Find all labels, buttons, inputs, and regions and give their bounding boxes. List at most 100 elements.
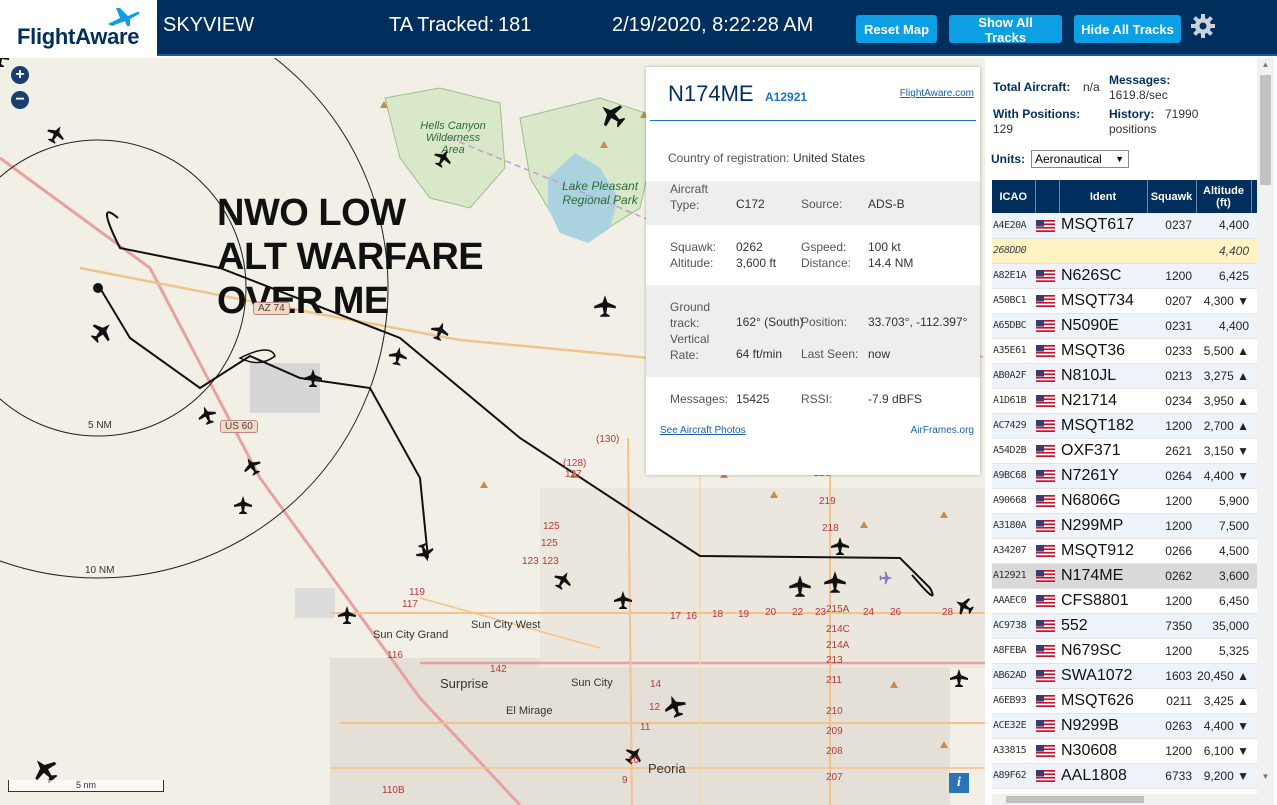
total-aircraft-label: Total Aircraft: bbox=[993, 80, 1071, 94]
cell-icao: A82E1A bbox=[992, 263, 1035, 289]
route-label: 213 bbox=[826, 655, 843, 666]
scroll-down-icon[interactable]: ▼ bbox=[1257, 770, 1274, 784]
column-header-icao[interactable]: ICAO bbox=[992, 180, 1036, 213]
table-row[interactable]: AAAEC0 CFS8801 1200 6,450 bbox=[992, 588, 1257, 614]
show-all-tracks-button[interactable]: Show All Tracks bbox=[949, 15, 1062, 45]
route-label: 116 bbox=[387, 650, 403, 661]
table-row[interactable]: AB0A2F N810JL 0213 3,275 ▲ bbox=[992, 363, 1257, 389]
aircraft-type-label: Aircraft Type: bbox=[670, 182, 709, 212]
cell-icao: A65DBC bbox=[992, 313, 1035, 339]
us-flag-icon bbox=[1036, 470, 1055, 483]
cell-ident: OXF371 bbox=[1059, 438, 1147, 464]
aircraft-detail-panel: N174ME A12921 FlightAware.com Country of… bbox=[646, 67, 980, 475]
logo-text: FlightAware bbox=[17, 24, 140, 49]
vertical-scrollbar[interactable]: ▲ ▼ bbox=[1257, 58, 1274, 805]
aircraft-table-container[interactable]: ICAO Ident Squawk Altitude (ft) A4E20A MS… bbox=[992, 180, 1257, 794]
cell-icao: A90668 bbox=[992, 488, 1035, 514]
aircraft-list-panel: Total Aircraft: n/a Messages: 1619.8/sec… bbox=[985, 58, 1277, 805]
us-flag-icon bbox=[1036, 770, 1055, 783]
column-header-squawk[interactable]: Squawk bbox=[1147, 180, 1197, 213]
table-row[interactable]: A33815 N30608 1200 6,100 ▼ bbox=[992, 738, 1257, 764]
hide-all-tracks-button[interactable]: Hide All Tracks bbox=[1074, 15, 1181, 43]
table-row[interactable]: A65DBC N5090E 0231 4,400 bbox=[992, 313, 1257, 339]
cell-flag bbox=[1035, 413, 1059, 439]
route-label: (128) bbox=[563, 458, 587, 469]
position-value: 33.703°, -112.397° bbox=[868, 315, 968, 329]
column-header-flag[interactable] bbox=[1035, 180, 1060, 213]
us-flag-icon bbox=[1036, 295, 1055, 308]
type-row: Aircraft Type: C172 Source: ADS-B bbox=[646, 181, 980, 225]
us-flag-icon bbox=[1036, 670, 1055, 683]
table-row[interactable]: A6EB93 MSQT626 0211 3,425 ▲ bbox=[992, 688, 1257, 714]
overlay-line-2: ALT WARFARE bbox=[217, 236, 484, 278]
history-label: History: bbox=[1109, 107, 1155, 121]
airframes-link[interactable]: AirFrames.org bbox=[911, 425, 974, 436]
zoom-in-button[interactable]: + bbox=[11, 66, 29, 84]
cell-flag bbox=[1035, 588, 1059, 614]
route-label: 207 bbox=[826, 772, 843, 783]
ta-tracked-label: TA Tracked: bbox=[389, 14, 495, 36]
cell-squawk: 1200 bbox=[1147, 263, 1196, 289]
info-icon[interactable]: i bbox=[949, 773, 969, 793]
cell-ident: 552 bbox=[1059, 613, 1147, 639]
column-header-ident[interactable]: Ident bbox=[1059, 180, 1148, 213]
horizontal-scrollbar[interactable] bbox=[992, 794, 1257, 805]
table-row[interactable]: A3180A N299MP 1200 7,500 bbox=[992, 513, 1257, 539]
place-sun-city-grand: Sun City Grand bbox=[373, 629, 449, 641]
vertical-scrollbar-thumb[interactable] bbox=[1260, 75, 1271, 185]
table-row[interactable]: A34207 MSQT912 0266 4,500 bbox=[992, 538, 1257, 564]
cell-flag bbox=[1035, 488, 1059, 514]
aircraft-photos-link[interactable]: See Aircraft Photos bbox=[660, 425, 746, 436]
table-row[interactable]: AC9738 552 7350 35,000 bbox=[992, 613, 1257, 639]
cell-squawk: 1603 bbox=[1147, 663, 1196, 689]
table-row[interactable]: A54D2B OXF371 2621 3,150 ▼ bbox=[992, 438, 1257, 464]
aircraft-table-body: A4E20A MSQT617 0237 4,400 268DD0 4,400 A82E1A N… bbox=[992, 213, 1257, 789]
table-row[interactable]: AB62AD SWA1072 1603 20,450 ▲ bbox=[992, 663, 1257, 689]
cell-ident: N9299B bbox=[1059, 713, 1147, 739]
table-row[interactable]: A35E61 MSQT36 0233 5,500 ▲ bbox=[992, 338, 1257, 364]
table-row[interactable]: A8FEBA N679SC 1200 5,325 bbox=[992, 638, 1257, 664]
country-row: Country of registration: United States bbox=[646, 121, 980, 181]
horizontal-scrollbar-thumb[interactable] bbox=[1006, 796, 1144, 803]
table-row[interactable]: AC7429 MSQT182 1200 2,700 ▲ bbox=[992, 413, 1257, 439]
flightaware-logo[interactable]: FlightAware bbox=[0, 0, 157, 56]
cell-squawk: 0263 bbox=[1147, 713, 1196, 739]
cell-altitude: 2,700 ▲ bbox=[1196, 413, 1251, 439]
scroll-up-icon[interactable]: ▲ bbox=[1257, 58, 1274, 72]
units-select[interactable]: Aeronautical ▼ bbox=[1031, 150, 1129, 168]
table-row[interactable]: A12921 N174ME 0262 3,600 bbox=[992, 563, 1257, 589]
column-header-altitude[interactable]: Altitude (ft) bbox=[1196, 180, 1252, 213]
cell-icao: A9BC68 bbox=[992, 463, 1035, 489]
last-seen-label: Last Seen: bbox=[801, 347, 859, 361]
cell-altitude: 3,950 ▲ bbox=[1196, 388, 1251, 414]
cell-icao: A3180A bbox=[992, 513, 1035, 539]
table-row[interactable]: A9BC68 N7261Y 0264 4,400 ▼ bbox=[992, 463, 1257, 489]
table-row[interactable]: A89F62 AAL1808 6733 9,200 ▼ bbox=[992, 763, 1257, 789]
table-row[interactable]: ACE32E N9299B 0263 4,400 ▼ bbox=[992, 713, 1257, 739]
us-flag-icon bbox=[1036, 620, 1055, 633]
table-row[interactable]: A90668 N6806G 1200 5,900 bbox=[992, 488, 1257, 514]
cell-squawk: 1200 bbox=[1147, 413, 1196, 439]
cell-ident: N21714 bbox=[1059, 388, 1147, 414]
chevron-down-icon: ▼ bbox=[1115, 154, 1124, 164]
table-row[interactable]: A82E1A N626SC 1200 6,425 bbox=[992, 263, 1257, 289]
cell-icao: A89F62 bbox=[992, 763, 1035, 789]
source-label: Source: bbox=[801, 197, 843, 211]
reset-map-button[interactable]: Reset Map bbox=[856, 15, 937, 43]
cell-icao: AC9738 bbox=[992, 613, 1035, 639]
zoom-out-button[interactable]: − bbox=[11, 91, 29, 109]
table-row[interactable]: A1D61B N21714 0234 3,950 ▲ bbox=[992, 388, 1257, 414]
cell-flag bbox=[1035, 238, 1059, 264]
place-peoria: Peoria bbox=[648, 761, 686, 776]
table-row[interactable]: 268DD0 4,400 bbox=[992, 238, 1257, 264]
gear-icon[interactable] bbox=[1190, 13, 1216, 39]
squawk-label: Squawk: bbox=[670, 240, 717, 254]
route-label: 125 bbox=[541, 538, 558, 549]
table-row[interactable]: A50BC1 MSQT734 0207 4,300 ▼ bbox=[992, 288, 1257, 314]
cell-flag bbox=[1035, 663, 1059, 689]
flightaware-link[interactable]: FlightAware.com bbox=[900, 88, 974, 99]
cell-ident: AAL1808 bbox=[1059, 763, 1147, 789]
history-unit: positions bbox=[1109, 122, 1157, 136]
altitude-value: 3,600 ft bbox=[736, 256, 777, 270]
table-row[interactable]: A4E20A MSQT617 0237 4,400 bbox=[992, 213, 1257, 239]
